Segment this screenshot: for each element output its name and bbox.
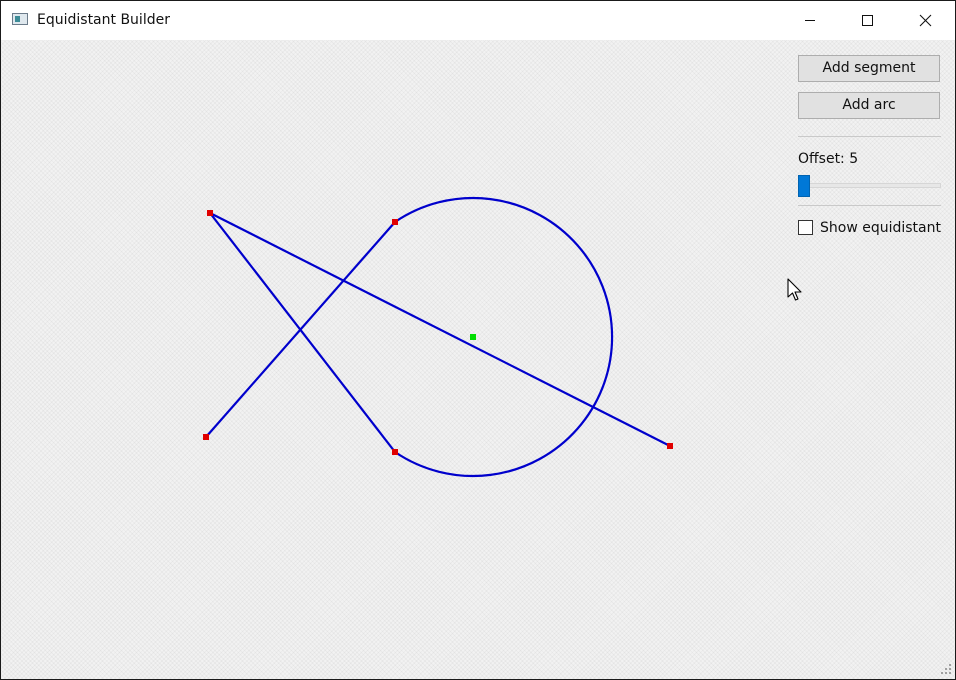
slider-thumb[interactable]: [798, 175, 810, 197]
markers: [203, 210, 673, 455]
endpoint-marker[interactable]: [392, 449, 398, 455]
app-window: Equidistant Builder Add segment Add arc …: [0, 0, 956, 680]
maximize-icon: [862, 15, 873, 26]
separator: [798, 205, 941, 206]
resize-grip-icon[interactable]: [939, 662, 953, 676]
minimize-button[interactable]: [781, 1, 839, 40]
endpoint-marker[interactable]: [203, 434, 209, 440]
show-equidistant-checkbox[interactable]: Show equidistant: [798, 220, 948, 238]
add-segment-button[interactable]: Add segment: [798, 55, 940, 82]
app-icon: [12, 13, 28, 25]
mouse-cursor-icon: [787, 278, 802, 301]
minimize-icon: [805, 20, 815, 21]
endpoint-marker[interactable]: [207, 210, 213, 216]
offset-label: Offset: 5: [798, 151, 859, 167]
window-title: Equidistant Builder: [37, 12, 170, 28]
maximize-button[interactable]: [839, 1, 897, 40]
title-bar[interactable]: Equidistant Builder: [1, 1, 955, 40]
slider-track[interactable]: [798, 183, 941, 188]
add-arc-button[interactable]: Add arc: [798, 92, 940, 119]
arc[interactable]: [393, 196, 614, 478]
arc-center-marker[interactable]: [470, 334, 476, 340]
segment-2[interactable]: [208, 211, 397, 454]
close-icon: [919, 14, 932, 27]
geometry: [204, 196, 672, 478]
drawing-canvas[interactable]: [1, 40, 781, 679]
checkbox-box[interactable]: [798, 220, 813, 235]
client-area: Add segment Add arc Offset: 5 Show equid…: [1, 40, 955, 679]
close-button[interactable]: [897, 1, 955, 40]
endpoint-marker[interactable]: [392, 219, 398, 225]
separator: [798, 136, 941, 137]
endpoint-marker[interactable]: [667, 443, 673, 449]
checkbox-label[interactable]: Show equidistant: [820, 220, 941, 236]
offset-slider[interactable]: [798, 175, 941, 197]
segment-3[interactable]: [204, 220, 397, 439]
segment-1[interactable]: [208, 211, 672, 448]
